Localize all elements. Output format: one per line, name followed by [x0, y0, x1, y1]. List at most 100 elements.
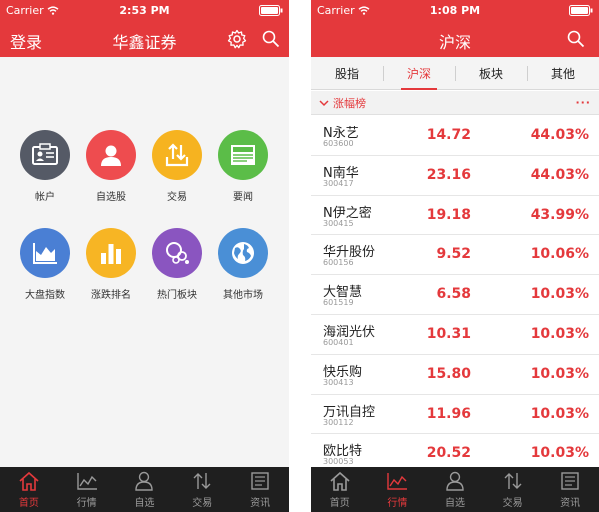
tab-news[interactable]: 资讯: [541, 467, 599, 512]
stock-code: 300415: [323, 218, 354, 228]
tab-label: 首页: [18, 497, 39, 509]
stock-price: 10.31: [426, 325, 471, 342]
person-icon: [86, 130, 136, 180]
people-group-icon: [152, 228, 202, 278]
stock-price: 19.18: [426, 206, 471, 223]
page-title: 沪深: [438, 33, 471, 52]
stock-row[interactable]: 华升股份 600156 9.52 10.06%: [311, 235, 599, 276]
stock-price: 14.72: [426, 127, 471, 143]
stock-code: 300417: [323, 178, 354, 188]
chevron-down-icon: [319, 99, 329, 106]
area-chart-icon: [20, 228, 70, 278]
stock-price: 9.52: [436, 246, 471, 263]
tab-news[interactable]: 资讯: [231, 467, 289, 512]
stock-change: 10.06%: [530, 246, 589, 263]
tab-watchlist[interactable]: 自选: [116, 467, 174, 512]
tab-trade[interactable]: 交易: [173, 467, 231, 512]
more-button[interactable]: ···: [575, 96, 591, 109]
wifi-icon: [47, 5, 59, 15]
user-icon: [446, 471, 464, 491]
grid-item-trade[interactable]: 交易: [141, 130, 213, 203]
grid-item-hot-sectors[interactable]: 热门板块: [141, 228, 213, 301]
stock-change: 44.03%: [530, 127, 589, 143]
stock-code: 600156: [323, 258, 354, 268]
grid-label: 帐户: [35, 192, 55, 203]
nav-bar: 登录 华鑫证券: [0, 20, 289, 57]
grid-item-other-markets[interactable]: 其他市场: [207, 228, 279, 301]
segment-other[interactable]: 其他: [527, 57, 599, 89]
stock-row[interactable]: N永艺 603600 14.72 44.03%: [311, 116, 599, 156]
home-icon: [330, 471, 350, 491]
tab-bar: 首页 行情 自选 交易 资讯: [0, 467, 289, 512]
stock-change: 10.03%: [530, 445, 589, 462]
search-icon[interactable]: [260, 28, 282, 50]
grid-item-watchlist[interactable]: 自选股: [75, 130, 147, 203]
grid-label: 交易: [167, 192, 187, 203]
stock-code: 600401: [323, 337, 354, 347]
stock-row[interactable]: 海润光伏 600401 10.31 10.03%: [311, 314, 599, 355]
tab-watchlist[interactable]: 自选: [426, 467, 484, 512]
stock-row[interactable]: 快乐购 300413 15.80 10.03%: [311, 354, 599, 395]
stock-price: 23.16: [426, 166, 471, 183]
updown-arrows-icon: [504, 472, 522, 489]
stock-code: 300112: [323, 417, 354, 427]
tab-label: 交易: [192, 497, 213, 509]
tab-market[interactable]: 行情: [369, 467, 427, 512]
stock-code: 300413: [323, 377, 354, 387]
grid-item-account[interactable]: 帐户: [9, 130, 81, 203]
stock-change: 10.03%: [530, 365, 589, 382]
section-title: 涨幅榜: [333, 96, 366, 110]
tab-trade[interactable]: 交易: [484, 467, 542, 512]
segment-sectors[interactable]: 板块: [455, 57, 527, 89]
carrier-label: Carrier: [6, 3, 44, 17]
segment-index[interactable]: 股指: [311, 57, 383, 89]
grid-label: 其他市场: [223, 290, 263, 301]
stock-row[interactable]: N伊之密 300415 19.18 43.99%: [311, 195, 599, 236]
stock-list: N永艺 603600 14.72 44.03% N南华 300417 23.16 44.03…: [311, 116, 599, 475]
tab-market[interactable]: 行情: [58, 467, 116, 512]
bar-chart-icon: [86, 228, 136, 278]
tab-label: 资讯: [250, 497, 271, 509]
nav-bar: 沪深: [311, 20, 599, 57]
stock-code: 601519: [323, 298, 354, 308]
settings-gear-icon[interactable]: [226, 28, 248, 50]
tab-label: 自选: [444, 497, 465, 509]
tab-home[interactable]: 首页: [311, 467, 369, 512]
carrier: Carrier: [317, 4, 370, 17]
document-icon: [561, 471, 579, 490]
tab-label: 交易: [502, 497, 523, 509]
tab-label: 资讯: [560, 497, 581, 509]
stock-row[interactable]: 大智慧 601519 6.58 10.03%: [311, 275, 599, 315]
tab-label: 首页: [329, 497, 350, 509]
stock-change: 10.03%: [530, 405, 589, 422]
tab-label: 行情: [387, 497, 408, 509]
status-bar: Carrier 2:53 PM: [0, 0, 289, 20]
market-screen: Carrier 1:08 PM 沪深 股指 沪深 板块 其他 涨幅榜 ··· N…: [311, 0, 599, 512]
document-icon: [251, 471, 269, 490]
user-icon: [135, 471, 154, 491]
grid-label: 要闻: [233, 192, 253, 203]
stock-row[interactable]: N南华 300417 23.16 44.03%: [311, 155, 599, 196]
stock-price: 15.80: [426, 365, 471, 382]
grid-label: 自选股: [96, 192, 126, 203]
gainers-section-header[interactable]: 涨幅榜 ···: [311, 91, 599, 115]
grid-item-ranking[interactable]: 涨跌排名: [75, 228, 147, 301]
transfer-arrows-icon: [152, 130, 202, 180]
grid-item-news[interactable]: 要闻: [207, 130, 279, 203]
stock-change: 43.99%: [530, 206, 589, 223]
stock-code: 603600: [323, 139, 354, 148]
grid-label: 大盘指数: [25, 290, 65, 301]
stock-price: 6.58: [436, 286, 471, 303]
line-chart-icon: [76, 472, 97, 490]
globe-icon: [218, 228, 268, 278]
tab-home[interactable]: 首页: [0, 467, 58, 512]
stock-price: 20.52: [426, 445, 471, 462]
battery-icon: [259, 4, 283, 16]
stock-price: 11.96: [426, 405, 471, 422]
segment-shanghai-shenzhen[interactable]: 沪深: [383, 57, 455, 90]
wifi-icon: [358, 5, 370, 15]
tab-label: 行情: [76, 497, 97, 509]
search-icon[interactable]: [565, 28, 587, 50]
stock-row[interactable]: 万讯自控 300112 11.96 10.03%: [311, 394, 599, 435]
grid-item-market-index[interactable]: 大盘指数: [9, 228, 81, 301]
